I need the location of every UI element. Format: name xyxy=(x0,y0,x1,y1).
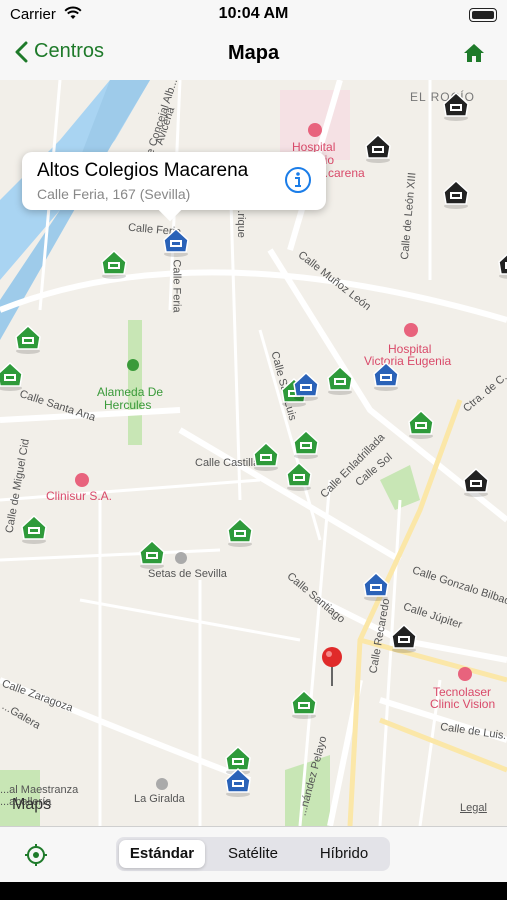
school-pin[interactable] xyxy=(283,460,315,492)
map-label: Clinic Vision xyxy=(430,697,496,711)
maps-logo: Maps xyxy=(12,796,52,813)
school-pin[interactable] xyxy=(324,364,356,396)
home-button[interactable] xyxy=(463,43,485,68)
school-pin[interactable] xyxy=(362,132,394,164)
legal-link[interactable]: Legal xyxy=(460,802,487,814)
map-label: La Giralda xyxy=(134,793,185,805)
callout-title: Altos Colegios Macarena xyxy=(37,160,249,181)
school-pin[interactable] xyxy=(290,428,322,460)
status-bar: Carrier 10:04 AM xyxy=(0,0,507,30)
school-pin[interactable] xyxy=(98,248,130,280)
bottom-toolbar: Estándar Satélite Híbrido xyxy=(0,826,507,883)
navigation-bar: Centros Mapa xyxy=(0,30,507,81)
school-pin[interactable] xyxy=(250,440,282,472)
info-button[interactable] xyxy=(284,166,312,199)
school-pin[interactable] xyxy=(360,570,392,602)
school-pin[interactable] xyxy=(440,90,472,122)
locate-button[interactable] xyxy=(24,843,48,872)
school-pin[interactable] xyxy=(136,538,168,570)
school-pin[interactable] xyxy=(440,178,472,210)
school-pin[interactable] xyxy=(12,323,44,355)
school-pin[interactable] xyxy=(370,360,402,392)
segment-satellite[interactable]: Satélite xyxy=(210,840,296,868)
location-callout[interactable]: Altos Colegios Macarena Calle Feria, 167… xyxy=(22,152,326,210)
school-pin[interactable] xyxy=(495,248,507,280)
school-pin[interactable] xyxy=(18,513,50,545)
segment-hybrid[interactable]: Híbrido xyxy=(301,840,387,868)
school-pin[interactable] xyxy=(388,622,420,654)
map-label: ...al Maestranza xyxy=(0,784,79,796)
school-pin[interactable] xyxy=(224,516,256,548)
school-pin[interactable] xyxy=(0,360,26,392)
map-label: Alameda De xyxy=(97,385,164,399)
home-icon xyxy=(464,44,484,62)
page-title: Mapa xyxy=(227,42,280,64)
school-pin[interactable] xyxy=(460,466,492,498)
status-time: 10:04 AM xyxy=(218,5,289,22)
map-label: Hercules xyxy=(104,398,152,412)
current-location-pin[interactable] xyxy=(320,646,344,691)
location-crosshair-icon xyxy=(25,844,47,866)
segment-standard[interactable]: Estándar xyxy=(119,840,205,868)
school-pin[interactable] xyxy=(288,688,320,720)
school-pin[interactable] xyxy=(160,226,192,258)
info-icon xyxy=(285,167,311,193)
callout-subtitle: Calle Feria, 167 (Sevilla) xyxy=(37,186,191,202)
map-label: Clinisur S.A. xyxy=(46,489,113,503)
map-type-segmented-control: Estándar Satélite Híbrido xyxy=(116,837,390,871)
school-pin[interactable] xyxy=(290,370,322,402)
home-indicator-area xyxy=(0,882,507,900)
map-view[interactable]: EL ROCÍO Hospital ...ario ...carena Call… xyxy=(0,80,507,826)
school-pin[interactable] xyxy=(222,766,254,798)
school-pin[interactable] xyxy=(405,408,437,440)
map-label: Calle Feria xyxy=(170,259,183,313)
battery-icon xyxy=(469,8,497,22)
